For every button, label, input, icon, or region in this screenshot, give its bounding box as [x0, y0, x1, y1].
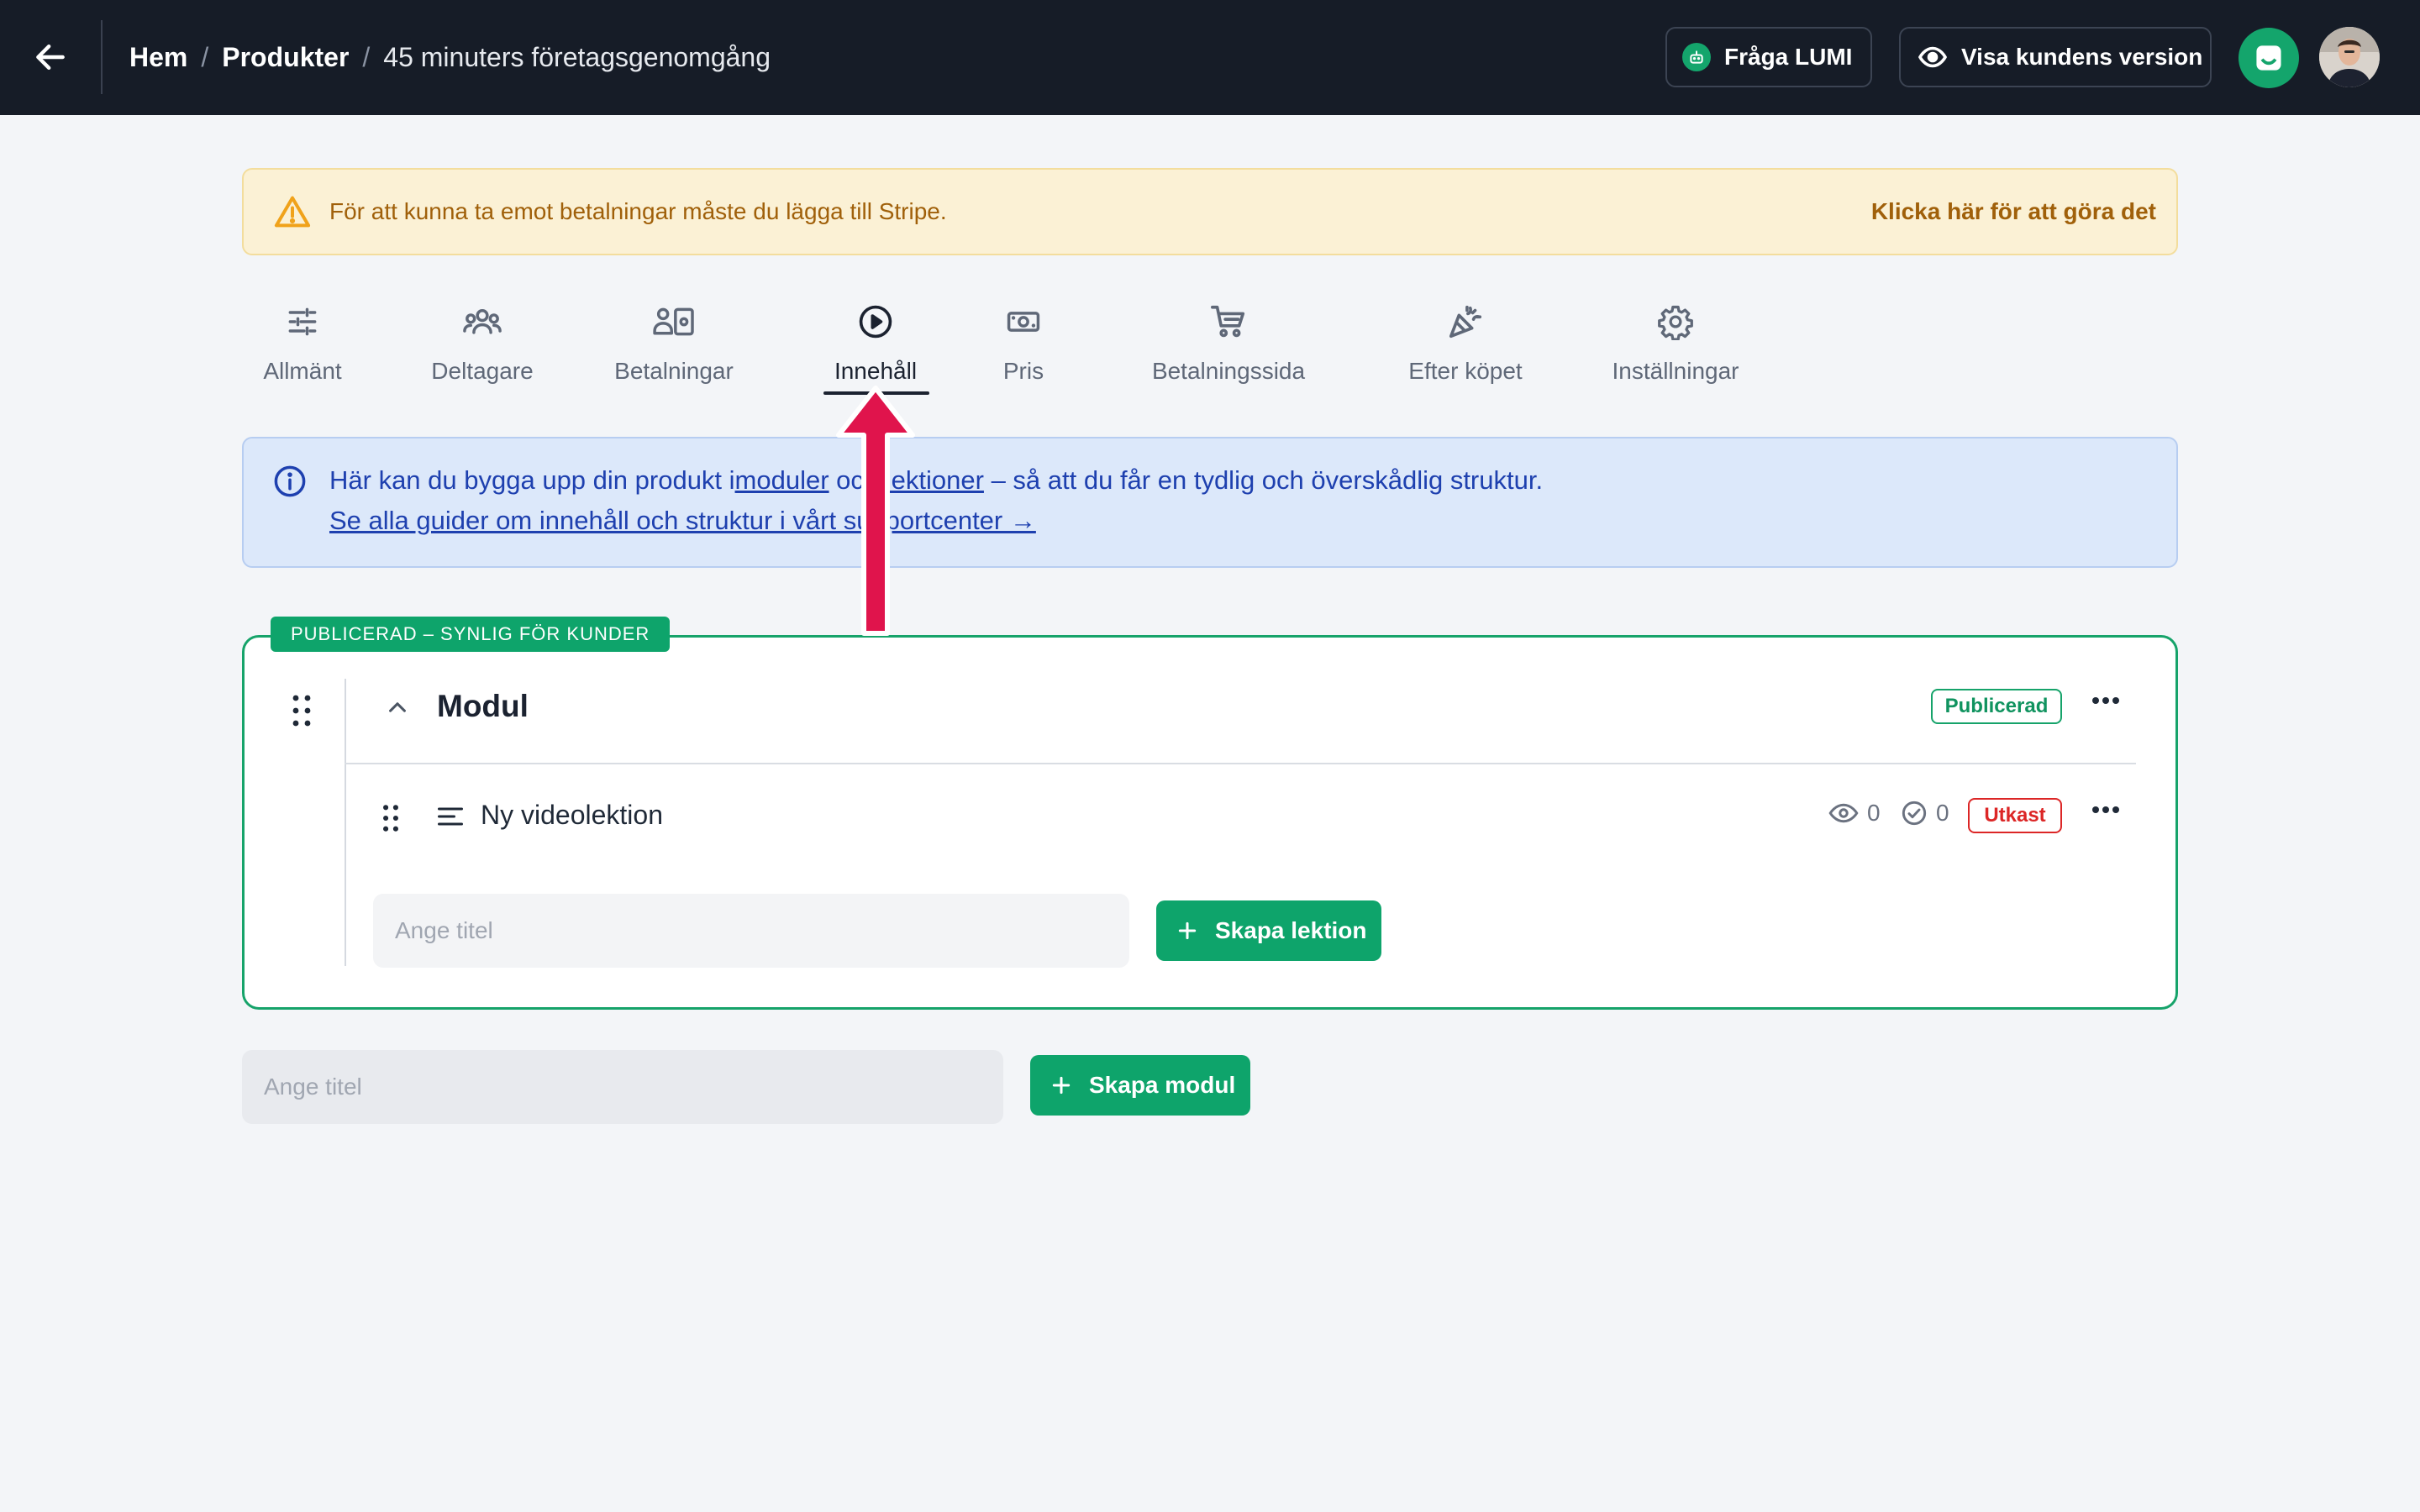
- payments-icon: [652, 294, 696, 349]
- annotation-arrow-icon: [836, 386, 915, 636]
- drag-handle-icon[interactable]: [381, 803, 400, 837]
- modules-link[interactable]: moduler: [735, 465, 829, 495]
- tab-installningar[interactable]: Inställningar: [1602, 294, 1749, 395]
- ask-lumi-button[interactable]: Fråga LUMI: [1665, 27, 1872, 87]
- ask-lumi-label: Fråga LUMI: [1724, 44, 1853, 70]
- cart-icon: [1209, 294, 1248, 349]
- robot-icon: [1682, 43, 1711, 71]
- stripe-warning-alert: För att kunna ta emot betalningar måste …: [242, 168, 2178, 255]
- play-circle-icon: [857, 294, 894, 349]
- tab-betalningssida[interactable]: Betalningssida: [1148, 294, 1309, 395]
- inbox-icon[interactable]: [2238, 28, 2299, 88]
- support-center-link[interactable]: Se alla guider om innehåll och struktur …: [329, 506, 1036, 536]
- drag-handle-icon[interactable]: [291, 694, 313, 732]
- chevron-up-icon[interactable]: [383, 696, 412, 723]
- product-tabs: Allmänt Deltagare Betalningar Innehåll P…: [242, 294, 2178, 403]
- breadcrumb-separator: /: [362, 41, 371, 72]
- module-more-icon[interactable]: [2091, 696, 2121, 706]
- create-lesson-button[interactable]: Skapa lektion: [1156, 900, 1381, 961]
- tab-label: Deltagare: [431, 358, 534, 384]
- back-button[interactable]: [25, 32, 76, 82]
- eye-icon: [1828, 803, 1859, 823]
- lesson-views: 0: [1828, 800, 1881, 827]
- module-tree-line: [345, 679, 346, 966]
- module-title[interactable]: Modul: [437, 689, 529, 724]
- tab-label: Inställningar: [1612, 358, 1739, 384]
- draft-badge: Utkast: [1968, 798, 2062, 833]
- views-count: 0: [1867, 800, 1881, 826]
- tab-label: Betalningssida: [1151, 358, 1306, 384]
- lesson-completions: 0: [1901, 800, 1949, 827]
- eye-icon: [1918, 42, 1948, 72]
- tab-label: Efter köpet: [1408, 358, 1523, 384]
- customer-view-button[interactable]: Visa kundens version: [1899, 27, 2212, 87]
- alert-message: För att kunna ta emot betalningar måste …: [329, 198, 947, 224]
- tab-label: Betalningar: [614, 358, 734, 384]
- module-title-input[interactable]: [242, 1050, 1003, 1124]
- sliders-icon: [284, 294, 321, 349]
- add-stripe-link[interactable]: Klicka här för att göra det: [1871, 198, 2156, 225]
- customer-view-label: Visa kundens version: [1961, 44, 2203, 70]
- users-icon: [461, 294, 503, 349]
- create-lesson-label: Skapa lektion: [1215, 917, 1367, 943]
- plus-icon: [1176, 920, 1198, 942]
- info-text-end: – så att du får en tydlig och överskådli…: [983, 465, 1544, 495]
- topbar-divider: [101, 20, 103, 94]
- module-divider: [345, 763, 2136, 764]
- arrow-left-icon: [36, 44, 65, 71]
- info-circle-icon: [272, 464, 308, 503]
- lesson-title[interactable]: Ny videolektion: [481, 800, 663, 831]
- lesson-title-input[interactable]: [373, 894, 1129, 968]
- tab-label: Pris: [1002, 358, 1044, 384]
- content-info-box: Här kan du bygga upp din produkt imodule…: [242, 437, 2178, 568]
- tab-label: Allmänt: [263, 358, 342, 384]
- completions-count: 0: [1936, 800, 1949, 826]
- breadcrumb-home[interactable]: Hem: [129, 42, 187, 73]
- party-popper-icon: [1446, 294, 1485, 349]
- user-avatar[interactable]: [2319, 27, 2380, 87]
- lesson-more-icon[interactable]: [2091, 805, 2121, 815]
- published-status-tag: PUBLICERAD – SYNLIG FÖR KUNDER: [271, 617, 671, 652]
- breadcrumb-products[interactable]: Produkter: [222, 42, 349, 73]
- check-circle-icon: [1902, 801, 1927, 826]
- create-module-button[interactable]: Skapa modul: [1030, 1055, 1250, 1116]
- published-badge: Publicerad: [1931, 689, 2062, 724]
- text-lines-icon: [435, 803, 466, 834]
- plus-icon: [1050, 1074, 1072, 1096]
- tab-label: Innehåll: [834, 358, 918, 384]
- gear-icon: [1657, 294, 1694, 349]
- info-text: Här kan du bygga upp din produkt imodule…: [329, 465, 1543, 496]
- tab-pris[interactable]: Pris: [992, 294, 1055, 395]
- warning-triangle-icon: [274, 195, 311, 233]
- create-module-label: Skapa modul: [1089, 1072, 1236, 1098]
- tab-efter-kopet[interactable]: Efter köpet: [1397, 294, 1534, 395]
- info-text-start: Här kan du bygga upp din produkt i: [329, 465, 735, 495]
- breadcrumb-separator: /: [201, 41, 209, 72]
- breadcrumb-current: 45 minuters företagsgenomgång: [383, 41, 771, 72]
- breadcrumb: Hem / Produkter / 45 minuters företagsge…: [129, 37, 771, 77]
- top-bar: Hem / Produkter / 45 minuters företagsge…: [0, 0, 2420, 115]
- tab-betalningar[interactable]: Betalningar: [610, 294, 738, 395]
- tab-deltagare[interactable]: Deltagare: [424, 294, 541, 395]
- tab-innehall[interactable]: Innehåll: [823, 294, 928, 395]
- tab-allmant[interactable]: Allmänt: [250, 294, 355, 395]
- banknote-icon: [1005, 294, 1042, 349]
